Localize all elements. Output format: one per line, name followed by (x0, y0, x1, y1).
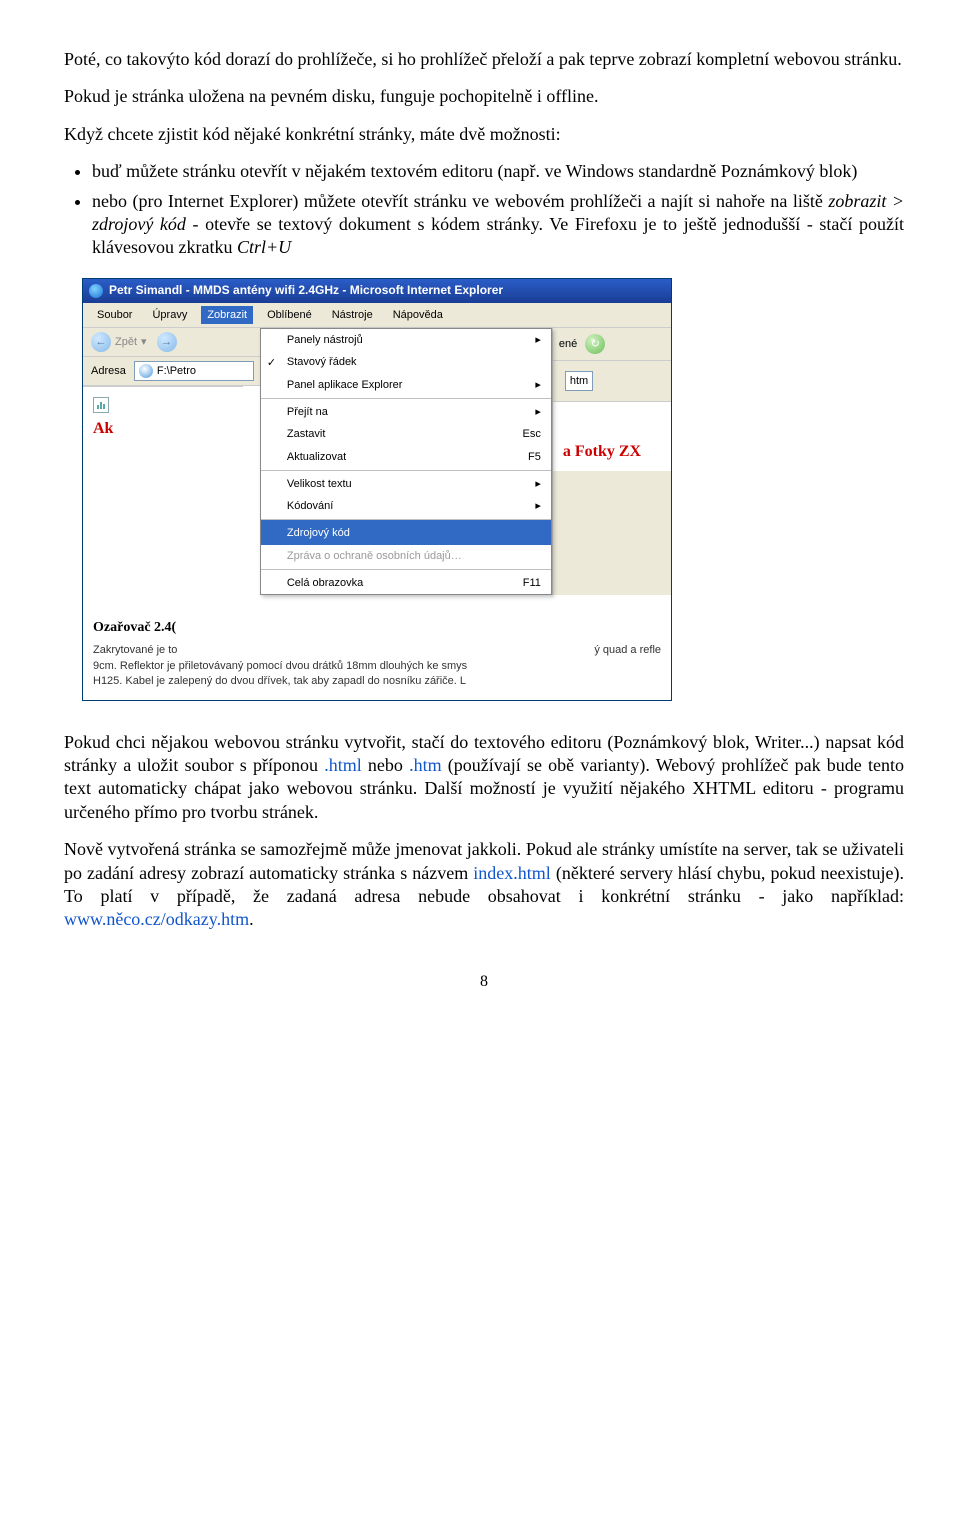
example-url: www.něco.cz/odkazy.htm (64, 909, 249, 929)
dd-zprava-udaje: Zpráva o ochraně osobních údajů… (261, 545, 551, 567)
submenu-arrow-icon: ▸ (521, 405, 541, 419)
dd-velikost-textu[interactable]: Velikost textu ▸ (261, 470, 551, 495)
dd-panel-explorer[interactable]: Panel aplikace Explorer ▸ (261, 374, 551, 396)
body-line-3: H125. Kabel je zalepený do dvou dřívek, … (93, 675, 466, 687)
dd-cela-obrazovka[interactable]: Celá obrazovka F11 (261, 569, 551, 594)
page-number: 8 (64, 972, 904, 993)
submenu-arrow-icon: ▸ (521, 378, 541, 392)
submenu-arrow-icon: ▸ (521, 333, 541, 347)
address-fragment: htm (565, 371, 593, 391)
shortcut-emphasis: Ctrl+U (237, 237, 291, 257)
refresh-icon[interactable]: ↻ (585, 334, 605, 354)
dd-esc-shortcut: Esc (523, 427, 541, 441)
page-left-strip: Ak (83, 386, 243, 448)
p4-c: nebo (362, 755, 409, 775)
dd-aktual-label: Aktualizovat (287, 450, 528, 464)
index-html-link: index.html (473, 863, 551, 883)
paragraph-1: Poté, co takovýto kód dorazí do prohlíže… (64, 48, 904, 71)
dd-prejit-na[interactable]: Přejít na ▸ (261, 398, 551, 423)
bullet-list: buď můžete stránku otevřít v nějakém tex… (92, 160, 904, 260)
zobrazit-dropdown: Panely nástrojů ▸ Stavový řádek Panel ap… (260, 328, 552, 595)
page-body-text: Zakrytované je to ý quad a refle 9cm. Re… (93, 643, 661, 689)
page-right-strip: ené ↻ htm a Fotky ZX (552, 328, 671, 595)
paragraph-5: Nově vytvořená stránka se samozřejmě můž… (64, 838, 904, 932)
back-label: Zpět (115, 335, 137, 349)
window-title: Petr Simandl - MMDS antény wifi 2.4GHz -… (109, 283, 503, 299)
menubar: Soubor Úpravy Zobrazit Oblíbené Nástroje… (83, 303, 671, 328)
paragraph-4: Pokud chci nějakou webovou stránku vytvo… (64, 731, 904, 825)
p5-e: . (249, 909, 254, 929)
menu-zobrazit[interactable]: Zobrazit (201, 306, 253, 324)
dd-zastavit[interactable]: Zastavit Esc (261, 423, 551, 445)
dd-panely-nastroju[interactable]: Panely nástrojů ▸ (261, 329, 551, 351)
window-titlebar: Petr Simandl - MMDS antény wifi 2.4GHz -… (83, 279, 671, 303)
dd-stav-label: Stavový řádek (287, 355, 541, 369)
ext-htm: .htm (409, 755, 442, 775)
ext-html: .html (324, 755, 362, 775)
back-button[interactable]: ← Zpět ▾ (91, 332, 147, 352)
body-line-1b: ý quad a refle (594, 643, 661, 658)
toolbar: ← Zpět ▾ → (83, 328, 260, 357)
forward-button[interactable]: → (157, 332, 177, 352)
dd-panely-label: Panely nástrojů (287, 333, 521, 347)
address-label: Adresa (89, 364, 128, 378)
bullet-2: nebo (pro Internet Explorer) můžete otev… (92, 190, 904, 260)
menu-nastroje[interactable]: Nástroje (326, 306, 379, 324)
paragraph-2: Pokud je stránka uložena na pevném disku… (64, 85, 904, 108)
dd-aktualizovat[interactable]: Aktualizovat F5 (261, 446, 551, 468)
page-icon (139, 364, 153, 378)
dd-zprava-label: Zpráva o ochraně osobních údajů… (287, 549, 541, 563)
body-line-2: 9cm. Reflektor je přiletovávaný pomocí d… (93, 660, 467, 672)
dd-zastavit-label: Zastavit (287, 427, 523, 441)
dd-kodovani-label: Kódování (287, 499, 521, 513)
chevron-down-icon: ▾ (141, 335, 147, 349)
body-line-1a: Zakrytované je to (93, 644, 177, 656)
page-heading-right: a Fotky ZX (563, 442, 661, 463)
dd-velikost-label: Velikost textu (287, 477, 521, 491)
dd-f11-shortcut: F11 (523, 576, 541, 590)
dd-zdroj-label: Zdrojový kód (287, 526, 541, 540)
bullet-1: buď můžete stránku otevřít v nějakém tex… (92, 160, 904, 183)
page-heading-left: Ak (93, 419, 233, 440)
page-subheading: Ozařovač 2.4( (93, 619, 661, 637)
paragraph-3: Když chcete zjistit kód nějaké konkrétní… (64, 123, 904, 146)
menu-soubor[interactable]: Soubor (91, 306, 138, 324)
toolbar-fragment-label: ené (559, 337, 577, 351)
address-input[interactable]: F:\Petro (134, 361, 254, 381)
ie-screenshot: Petr Simandl - MMDS antény wifi 2.4GHz -… (82, 278, 672, 701)
submenu-arrow-icon: ▸ (521, 499, 541, 513)
dd-f5-shortcut: F5 (528, 450, 541, 464)
address-bar-row: Adresa F:\Petro (83, 357, 260, 386)
address-value: F:\Petro (157, 364, 196, 378)
menu-napoveda[interactable]: Nápověda (387, 306, 449, 324)
check-icon (267, 356, 279, 366)
ie-icon (89, 284, 103, 298)
forward-arrow-icon: → (157, 332, 177, 352)
dd-panelapp-label: Panel aplikace Explorer (287, 378, 521, 392)
submenu-arrow-icon: ▸ (521, 477, 541, 491)
chart-icon (93, 397, 109, 413)
menu-upravy[interactable]: Úpravy (146, 306, 193, 324)
dd-cela-label: Celá obrazovka (287, 576, 523, 590)
back-arrow-icon: ← (91, 332, 111, 352)
dd-zdrojovy-kod[interactable]: Zdrojový kód (261, 519, 551, 544)
bullet-2-text-c: - otevře se textový dokument s kódem str… (92, 214, 904, 257)
dd-stavovy-radek[interactable]: Stavový řádek (261, 351, 551, 373)
menu-oblibene[interactable]: Oblíbené (261, 306, 318, 324)
bullet-2-text-a: nebo (pro Internet Explorer) můžete otev… (92, 191, 828, 211)
dd-kodovani[interactable]: Kódování ▸ (261, 495, 551, 517)
dd-prejit-label: Přejít na (287, 405, 521, 419)
